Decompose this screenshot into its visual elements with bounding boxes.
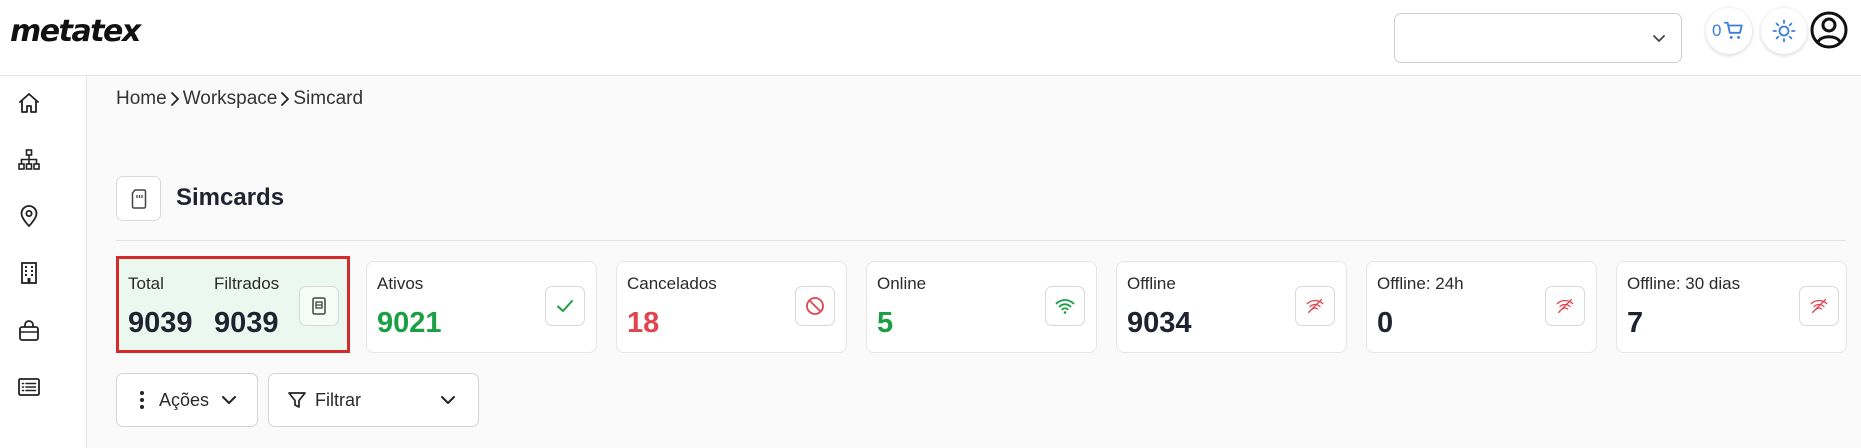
- stat-value-total: 9039: [128, 307, 193, 339]
- breadcrumb-simcard: Simcard: [293, 88, 364, 109]
- app-logo[interactable]: metatex: [10, 14, 141, 49]
- sidebar-item-location[interactable]: [14, 201, 44, 231]
- sidebar-item-hierarchy[interactable]: [14, 145, 44, 175]
- stat-value-filtered: 9039: [214, 307, 279, 339]
- simcard-icon: [131, 188, 146, 209]
- stat-card-offline-24h[interactable]: Offline: 24h 0: [1366, 261, 1597, 353]
- check-icon: [557, 300, 573, 312]
- stat-label: Cancelados: [627, 274, 717, 293]
- workspace-select[interactable]: [1394, 13, 1682, 63]
- chevron-down-icon: [222, 396, 237, 404]
- chevron-right-icon: [281, 92, 290, 106]
- list-icon: [18, 378, 40, 396]
- stat-label: Offline: 30 dias: [1627, 274, 1741, 293]
- sidebar-item-building[interactable]: [14, 258, 44, 288]
- chevron-right-icon: [170, 92, 179, 106]
- stat-icon-box: [299, 286, 339, 326]
- building-icon: [21, 262, 37, 284]
- stat-icon-box: [795, 286, 835, 326]
- divider: [116, 240, 1846, 241]
- sidebar-item-home[interactable]: [14, 88, 44, 118]
- stat-label: Offline: 24h: [1377, 274, 1464, 293]
- cart-button[interactable]: 0: [1706, 8, 1752, 54]
- chevron-down-icon: [1653, 35, 1665, 42]
- kebab-menu-icon: [140, 391, 144, 409]
- sidebar-item-list[interactable]: [14, 372, 44, 402]
- breadcrumb-workspace[interactable]: Workspace: [183, 88, 278, 110]
- stat-value: 5: [877, 307, 894, 339]
- acoes-button[interactable]: Ações: [116, 373, 258, 427]
- stat-card-online[interactable]: Online 5: [866, 261, 1097, 353]
- user-circle-icon[interactable]: [1809, 10, 1849, 50]
- stat-value: 7: [1627, 307, 1644, 339]
- stat-label: Online: [877, 274, 927, 293]
- block-icon: [806, 297, 824, 315]
- stat-icon-box: [1045, 286, 1085, 326]
- stat-value: 9021: [377, 307, 442, 339]
- filter-icon: [288, 392, 306, 408]
- page-title-icon-box: [116, 176, 161, 221]
- acoes-label: Ações: [159, 389, 210, 410]
- stat-card-ativos[interactable]: Ativos 9021: [366, 261, 597, 353]
- theme-toggle-button[interactable]: [1761, 8, 1807, 54]
- stat-value: 9034: [1127, 307, 1192, 339]
- filtrar-label: Filtrar: [315, 389, 361, 410]
- sun-icon: [1772, 19, 1796, 43]
- breadcrumb: Home Workspace Simcard: [116, 88, 363, 110]
- stat-label: Ativos: [377, 274, 424, 293]
- stat-card-offline-30d[interactable]: Offline: 30 dias 7: [1616, 261, 1847, 353]
- wifi-off-icon: [1306, 299, 1324, 313]
- stat-label-filtered: Filtrados: [214, 274, 280, 293]
- simcard-icon: [312, 297, 326, 315]
- wifi-off-icon: [1810, 299, 1828, 313]
- stat-icon-box: [1545, 286, 1585, 326]
- stat-value: 0: [1377, 307, 1394, 339]
- page-title: Simcards: [176, 184, 285, 211]
- chevron-down-icon: [441, 396, 455, 404]
- stat-icon-box: [1295, 286, 1335, 326]
- sidebar: [0, 76, 87, 448]
- hierarchy-icon: [18, 149, 40, 170]
- stat-card-offline[interactable]: Offline 9034: [1116, 261, 1347, 353]
- wifi-icon: [1055, 299, 1075, 314]
- shopping-bag-icon: [19, 320, 39, 341]
- stat-label: Offline: [1127, 274, 1176, 293]
- cart-count: 0: [1712, 21, 1722, 40]
- stat-card-cancelados[interactable]: Cancelados 18: [616, 261, 847, 353]
- filtrar-button[interactable]: Filtrar: [268, 373, 479, 427]
- breadcrumb-home[interactable]: Home: [116, 88, 167, 110]
- top-header: metatex 0: [0, 0, 1861, 76]
- stat-label-total: Total: [128, 274, 164, 293]
- sidebar-item-bag[interactable]: [14, 316, 44, 346]
- stat-value: 18: [627, 307, 660, 339]
- cart-icon: [1723, 21, 1743, 39]
- stat-icon-box: [545, 286, 585, 326]
- stat-icon-box: [1799, 286, 1839, 326]
- stat-card-total[interactable]: Total Filtrados 9039 9039: [116, 256, 350, 353]
- home-icon: [19, 93, 39, 113]
- wifi-off-icon: [1556, 299, 1574, 313]
- location-pin-icon: [20, 205, 38, 228]
